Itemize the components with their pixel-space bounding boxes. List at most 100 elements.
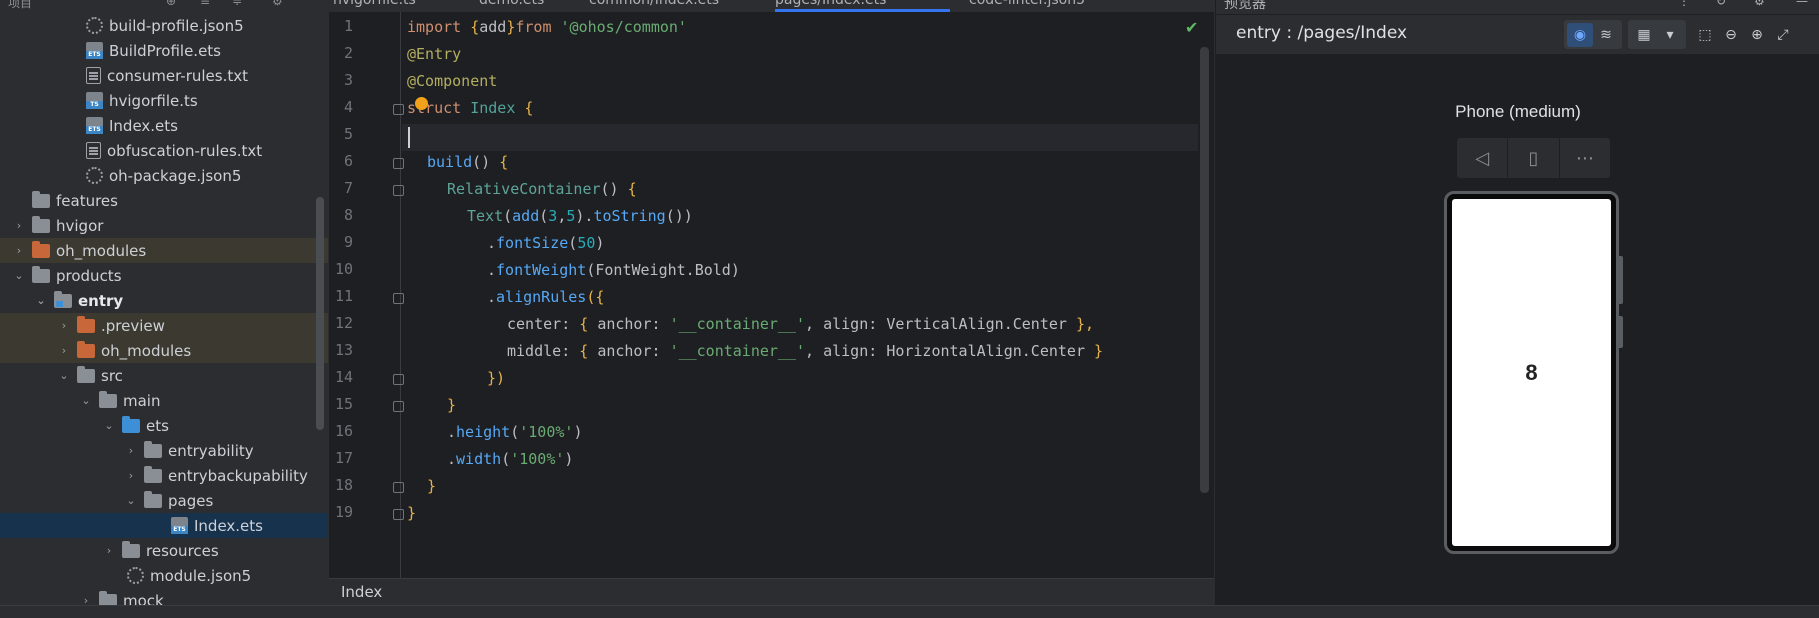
fold-marker-icon[interactable] [393,158,404,169]
tab-pages-index[interactable]: pages/Index.ets [775,0,950,12]
chevron-down-icon[interactable]: ⌄ [80,394,92,407]
gear-file-icon [127,567,144,584]
tab-common-index[interactable]: common/Index.ets [589,0,719,12]
tree-item-label: BuildProfile.ets [109,41,221,60]
chevron-right-icon[interactable]: › [80,594,92,605]
tree-item-features[interactable]: features [0,188,328,213]
components-icon[interactable]: ▦ [1631,23,1657,47]
editor-scrollbar[interactable] [1200,47,1209,493]
tree-item-pages-index-ets[interactable]: ETS Index.ets [0,513,328,538]
expand-icon[interactable]: ≑ [232,0,242,8]
tree-item-products[interactable]: ⌄ products [0,263,328,288]
chevron-down-icon[interactable]: ⌄ [103,419,115,432]
breadcrumb: Index [329,578,1214,605]
chevron-down-icon[interactable]: ⌄ [125,494,137,507]
tree-item-label: mock [123,591,164,606]
fold-marker-icon[interactable] [393,185,404,196]
previewer-tool-header: 预览器 ⋮ ↻ ⚙ — [1216,0,1819,12]
zoom-in-icon[interactable]: ⊕ [1744,23,1770,47]
tree-item-entry[interactable]: ⌄ entry [0,288,328,313]
settings-icon[interactable]: ⚙ [272,0,283,8]
tree-item-preview[interactable]: › .preview [0,313,328,338]
settings-icon[interactable]: ⚙ [1754,0,1765,8]
tab-hvigorfile[interactable]: hvigorfile.ts [333,0,416,12]
back-icon[interactable]: ◁ [1457,138,1509,178]
inspector-icon[interactable]: ◉ [1567,22,1593,47]
folder-orange-icon [77,340,95,358]
tree-item-resources[interactable]: › resources [0,538,328,563]
locate-icon[interactable]: ⊕ [166,0,176,8]
tree-item-hvigorfile[interactable]: TS hvigorfile.ts [0,88,328,113]
tree-item-ets[interactable]: ⌄ ets [0,413,328,438]
tree-item-buildprofile-ets[interactable]: ETS BuildProfile.ets [0,38,328,63]
options-icon[interactable]: ⋮ [1678,0,1690,8]
text-caret [408,127,410,148]
code-line-16: . height('100%') [447,422,583,441]
phone-screen[interactable]: 8 [1452,199,1611,546]
checkmark-icon[interactable]: ✔ [1185,18,1198,37]
line-number-gutter[interactable]: 1 2 3 4 5 6 7 8 9 10 11 12 13 14 15 16 1… [329,12,404,578]
rotate-icon[interactable]: ▯ [1508,138,1560,178]
tree-item-obfuscation-rules[interactable]: obfuscation-rules.txt [0,138,328,163]
collapse-all-icon[interactable]: ≡ [200,0,210,8]
previewer-panel: 预览器 ⋮ ↻ ⚙ — entry : /pages/Index ◉ ≋ ▦ ▾… [1215,0,1819,605]
chevron-right-icon[interactable]: › [13,244,25,257]
previewer-title: entry : /pages/Index [1236,23,1408,43]
zoom-out-icon[interactable]: ⊖ [1718,23,1744,47]
resize-icon[interactable]: ⤢ [1770,23,1796,47]
chevron-down-icon[interactable]: ⌄ [35,294,47,307]
chevron-right-icon[interactable]: › [125,469,137,482]
breadcrumb-item[interactable]: Index [341,583,382,601]
fold-marker-icon[interactable] [393,401,404,412]
chevron-down-icon[interactable]: ⌄ [58,369,70,382]
tree-item-build-profile[interactable]: build-profile.json5 [0,13,328,38]
fold-marker-icon[interactable] [393,482,404,493]
intention-bulb-icon[interactable] [415,97,428,110]
device-name[interactable]: Phone (medium) [1216,102,1819,122]
tree-item-src[interactable]: ⌄ src [0,363,328,388]
tree-item-oh-modules-root[interactable]: › oh_modules [0,238,328,263]
fold-marker-icon[interactable] [393,293,404,304]
tree-item-pages[interactable]: ⌄ pages [0,488,328,513]
tree-item-entryability[interactable]: › entryability [0,438,328,463]
previewer-header: entry : /pages/Index ◉ ≋ ▦ ▾ ⬚ ⊖ ⊕ ⤢ [1216,14,1819,54]
line-number: 11 [334,287,353,305]
tree-item-consumer-rules[interactable]: consumer-rules.txt [0,63,328,88]
tree-item-entrybackupability[interactable]: › entrybackupability [0,463,328,488]
fold-marker-icon[interactable] [393,104,404,115]
code-line-7: RelativeContainer() { [447,179,637,198]
tree-item-label: .preview [101,316,165,335]
dropdown-icon[interactable]: ▾ [1657,23,1683,47]
code-editor[interactable]: hvigorfile.ts demo.ets common/Index.ets … [329,0,1214,605]
tree-item-module-json5[interactable]: module.json5 [0,563,328,588]
tree-item-hvigor[interactable]: › hvigor [0,213,328,238]
project-tree-title[interactable]: 项目 [8,0,32,10]
chevron-right-icon[interactable]: › [125,444,137,457]
fit-icon[interactable]: ⬚ [1692,23,1718,47]
more-icon[interactable]: ⋯ [1560,138,1610,178]
code-line-11: . alignRules({ [487,287,605,306]
project-tree-scrollbar[interactable] [316,197,324,430]
line-number: 10 [334,260,353,278]
tree-item-oh-modules-entry[interactable]: › oh_modules [0,338,328,363]
tree-item-mock[interactable]: › mock [0,588,328,605]
fold-marker-icon[interactable] [393,374,404,385]
chevron-right-icon[interactable]: › [58,344,70,357]
chevron-right-icon[interactable]: › [103,544,115,557]
minimize-icon[interactable]: — [1796,0,1808,8]
chevron-right-icon[interactable]: › [13,219,25,232]
layers-icon[interactable]: ≋ [1593,23,1619,47]
line-number: 5 [343,125,353,143]
refresh-icon[interactable]: ↻ [1716,0,1726,8]
chevron-down-icon[interactable]: ⌄ [13,269,25,282]
tree-item-main[interactable]: ⌄ main [0,388,328,413]
tree-item-label: pages [168,491,214,510]
chevron-right-icon[interactable]: › [58,319,70,332]
tree-item-index-ets[interactable]: ETS Index.ets [0,113,328,138]
tab-demo[interactable]: demo.ets [479,0,544,12]
tree-item-oh-package[interactable]: oh-package.json5 [0,163,328,188]
folder-icon [32,215,50,233]
tree-item-label: Index.ets [194,516,263,535]
tab-code-linter[interactable]: code-linter.json5 [969,0,1085,12]
fold-marker-icon[interactable] [393,509,404,520]
